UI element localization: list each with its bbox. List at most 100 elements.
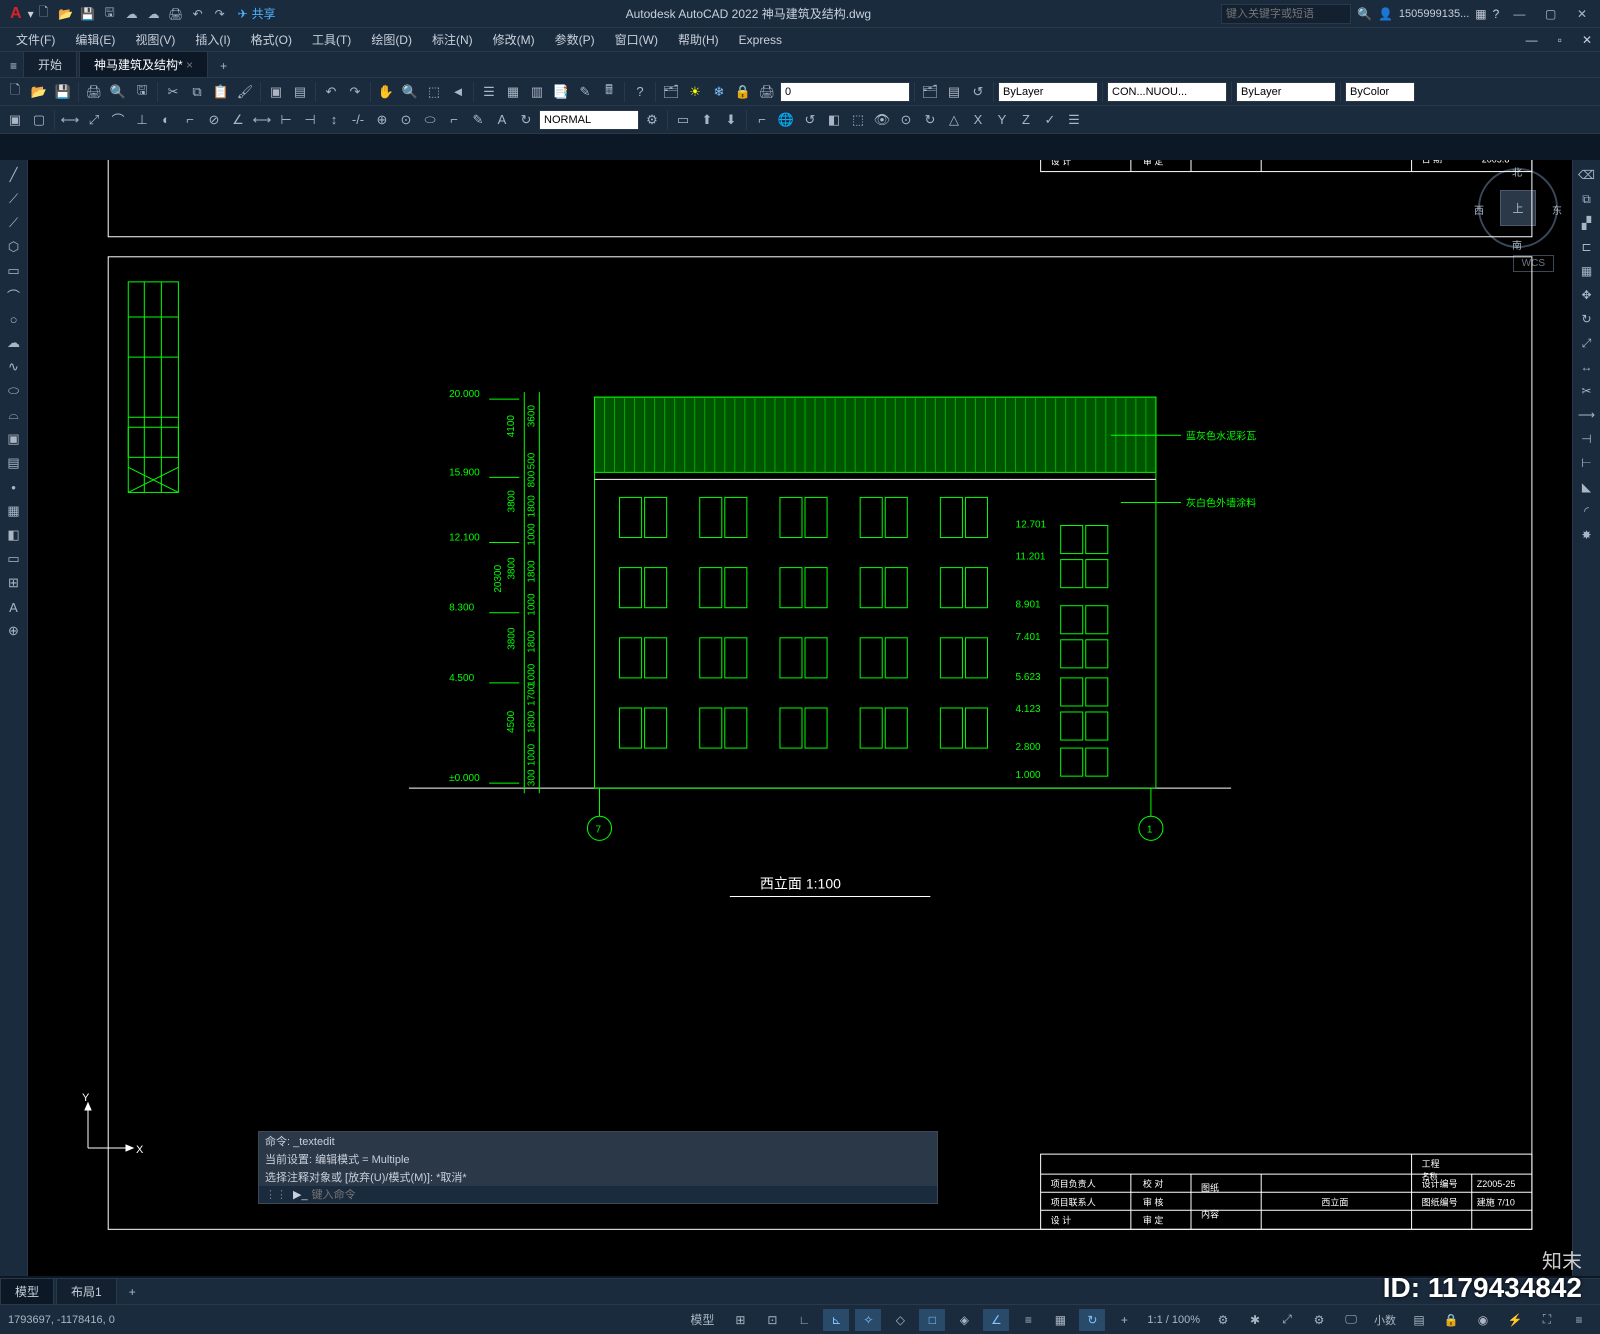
dim-arc-icon[interactable]: ⌒ bbox=[107, 109, 129, 131]
scale-icon[interactable]: ⤢ bbox=[1573, 332, 1600, 354]
join-icon[interactable]: ⊢ bbox=[1573, 452, 1600, 474]
infocenter-search[interactable] bbox=[1221, 4, 1351, 24]
makeblock-icon[interactable]: ▤ bbox=[0, 452, 27, 474]
ucs-origin-icon[interactable]: ⊙ bbox=[895, 109, 917, 131]
command-input[interactable] bbox=[312, 1189, 931, 1201]
paste-icon[interactable]: 📋 bbox=[210, 81, 232, 103]
gear-icon[interactable]: ⚙ bbox=[1210, 1309, 1236, 1331]
anno-auto-icon[interactable]: ⤢ bbox=[1274, 1309, 1300, 1331]
anno-scale[interactable]: 1:1 / 100% bbox=[1143, 1314, 1204, 1326]
menu-express[interactable]: Express bbox=[731, 31, 790, 49]
ucs-zaxis-icon[interactable]: Z bbox=[1015, 109, 1037, 131]
tab-close-icon[interactable]: × bbox=[186, 58, 193, 72]
tab-add-button[interactable]: + bbox=[210, 55, 237, 77]
menu-draw[interactable]: 绘图(D) bbox=[363, 29, 420, 50]
menu-parametric[interactable]: 参数(P) bbox=[547, 29, 603, 50]
user-icon[interactable]: 👤 bbox=[1378, 7, 1393, 21]
new-icon[interactable]: 🗋 bbox=[4, 81, 26, 103]
arc-icon[interactable]: ⌒ bbox=[0, 284, 27, 306]
send-back-icon[interactable]: ⬇ bbox=[720, 109, 742, 131]
dimstyle-combo[interactable] bbox=[539, 110, 639, 130]
dwg-minimize[interactable]: — bbox=[1518, 31, 1546, 49]
help2-icon[interactable]: ? bbox=[629, 81, 651, 103]
tab-layout1[interactable]: 布局1 bbox=[56, 1278, 117, 1305]
menu-tools[interactable]: 工具(T) bbox=[304, 29, 359, 50]
matchprop-icon[interactable]: 🖌 bbox=[234, 81, 256, 103]
apps-icon[interactable]: ▦ bbox=[1475, 7, 1486, 21]
transparency-button[interactable]: ▦ bbox=[1047, 1309, 1073, 1331]
layerprev-icon[interactable]: ↺ bbox=[967, 81, 989, 103]
move-icon[interactable]: ✥ bbox=[1573, 284, 1600, 306]
menu-dimension[interactable]: 标注(N) bbox=[424, 29, 481, 50]
dim-aligned-icon[interactable]: ⤢ bbox=[83, 109, 105, 131]
search-icon[interactable]: 🔍 bbox=[1357, 7, 1372, 21]
color-combo[interactable] bbox=[998, 82, 1098, 102]
polar-button[interactable]: ✧ bbox=[855, 1309, 881, 1331]
lwt-button[interactable]: ≡ bbox=[1015, 1309, 1041, 1331]
ucs-icon[interactable]: ⌐ bbox=[751, 109, 773, 131]
redo-icon[interactable]: ↷ bbox=[344, 81, 366, 103]
dim-space-icon[interactable]: ↕ bbox=[323, 109, 345, 131]
trim-icon[interactable]: ✂ bbox=[1573, 380, 1600, 402]
units-label[interactable]: 小数 bbox=[1370, 1312, 1400, 1328]
break-icon[interactable]: ⊣ bbox=[1573, 428, 1600, 450]
dim-jogline-icon[interactable]: ⌐ bbox=[443, 109, 465, 131]
revcloud-icon[interactable]: ☁ bbox=[0, 332, 27, 354]
sheetset-icon[interactable]: 📑 bbox=[550, 81, 572, 103]
hatch-icon[interactable]: ▦ bbox=[0, 500, 27, 522]
polyline-icon[interactable]: ⟋ bbox=[0, 212, 27, 234]
share-button[interactable]: ✈ 共享 bbox=[238, 5, 276, 22]
block-icon[interactable]: ▣ bbox=[265, 81, 287, 103]
open-icon[interactable]: 📂 bbox=[28, 81, 50, 103]
line-icon[interactable]: ╱ bbox=[0, 164, 27, 186]
hw-accel-icon[interactable]: ⚡ bbox=[1502, 1309, 1528, 1331]
extend-icon[interactable]: ⟶ bbox=[1573, 404, 1600, 426]
menu-modify[interactable]: 修改(M) bbox=[485, 29, 543, 50]
polygon-icon[interactable]: ⬡ bbox=[0, 236, 27, 258]
publish-icon[interactable]: 🖫 bbox=[131, 81, 153, 103]
grid-button[interactable]: ⊞ bbox=[727, 1309, 753, 1331]
ucs-y-icon[interactable]: Y bbox=[991, 109, 1013, 131]
dim-radius-icon[interactable]: ◐ bbox=[155, 109, 177, 131]
model-viewport[interactable]: 上 北 南 东 西 WCS 项目负责人 项目联系人 设 计 校 bbox=[28, 160, 1572, 1276]
markup-icon[interactable]: ✎ bbox=[574, 81, 596, 103]
cycling-button[interactable]: ↻ bbox=[1079, 1309, 1105, 1331]
circle-icon[interactable]: ○ bbox=[0, 308, 27, 330]
customize-icon[interactable]: ≡ bbox=[1566, 1309, 1592, 1331]
named-ucs-icon[interactable]: ☰ bbox=[1063, 109, 1085, 131]
undo-icon[interactable]: ↶ bbox=[188, 4, 208, 24]
insertblock-icon[interactable]: ▣ bbox=[0, 428, 27, 450]
linetype-combo[interactable] bbox=[1107, 82, 1227, 102]
layout-add-button[interactable]: + bbox=[119, 1281, 146, 1303]
close-button[interactable]: ✕ bbox=[1568, 7, 1596, 21]
addselect-icon[interactable]: ⊕ bbox=[0, 620, 27, 642]
ucs-prev-icon[interactable]: ↺ bbox=[799, 109, 821, 131]
spline-icon[interactable]: ∿ bbox=[0, 356, 27, 378]
offset-icon[interactable]: ⊏ bbox=[1573, 236, 1600, 258]
dim-jogged-icon[interactable]: ⌐ bbox=[179, 109, 201, 131]
dim-linear-icon[interactable]: ⟷ bbox=[59, 109, 81, 131]
save-icon[interactable]: 💾 bbox=[52, 81, 74, 103]
dimstyle-mgr-icon[interactable]: ⚙ bbox=[641, 109, 663, 131]
dim-quick-icon[interactable]: ⟷ bbox=[251, 109, 273, 131]
properties-icon[interactable]: ☰ bbox=[478, 81, 500, 103]
otrack-button[interactable]: ∠ bbox=[983, 1309, 1009, 1331]
rectangle-icon[interactable]: ▭ bbox=[0, 260, 27, 282]
dim-diameter-icon[interactable]: ⊘ bbox=[203, 109, 225, 131]
osnap-button[interactable]: □ bbox=[919, 1309, 945, 1331]
infer-button[interactable]: ∟ bbox=[791, 1309, 817, 1331]
zoom-prev-icon[interactable]: ◄ bbox=[447, 81, 469, 103]
dim-edit-icon[interactable]: ✎ bbox=[467, 109, 489, 131]
maximize-button[interactable]: ▢ bbox=[1537, 7, 1565, 21]
dim-update-icon[interactable]: ↻ bbox=[515, 109, 537, 131]
zoom-realtime-icon[interactable]: 🔍 bbox=[399, 81, 421, 103]
ucs-world-icon[interactable]: 🌐 bbox=[775, 109, 797, 131]
preview-icon[interactable]: 🔍 bbox=[107, 81, 129, 103]
erase-icon[interactable]: ⌫ bbox=[1573, 164, 1600, 186]
mtext-icon[interactable]: A bbox=[0, 596, 27, 618]
dim-inspect-icon[interactable]: ⬭ bbox=[419, 109, 441, 131]
ucs-apply-icon[interactable]: ✓ bbox=[1039, 109, 1061, 131]
new-icon[interactable]: 🗋 bbox=[34, 4, 54, 24]
isolate-icon[interactable]: ◉ bbox=[1470, 1309, 1496, 1331]
toolpalette-icon[interactable]: ▥ bbox=[526, 81, 548, 103]
